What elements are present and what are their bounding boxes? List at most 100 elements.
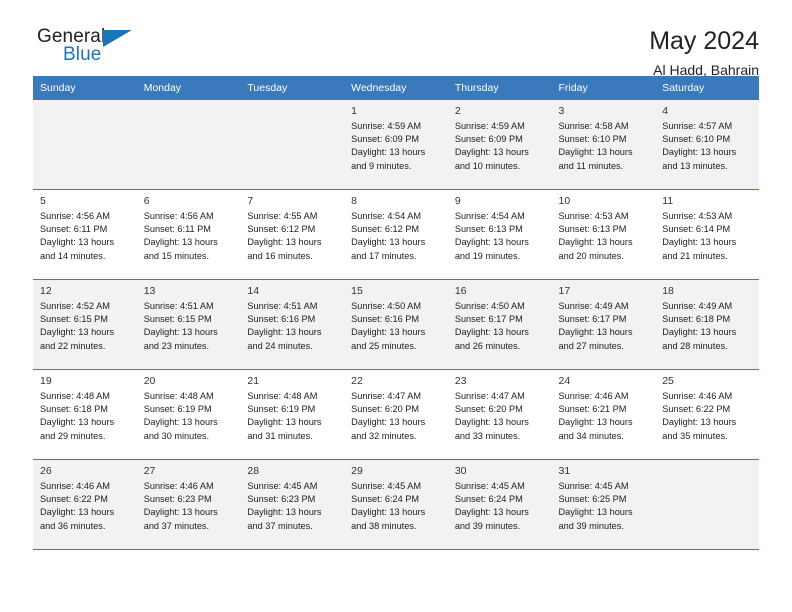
day-number: 17 xyxy=(558,285,571,297)
daylight-text-line1: Daylight: 13 hours xyxy=(40,327,115,338)
calendar-day-cell[interactable]: 13 Sunrise: 4:51 AM Sunset: 6:15 PM Dayl… xyxy=(136,279,241,370)
day-details: Sunrise: 4:45 AM Sunset: 6:24 PM Dayligh… xyxy=(344,480,448,533)
calendar-day-cell[interactable]: 12 Sunrise: 4:52 AM Sunset: 6:15 PM Dayl… xyxy=(33,279,137,370)
general-blue-logo[interactable]: General Blue xyxy=(33,26,153,72)
day-number: 28 xyxy=(247,465,260,477)
calendar-day-cell[interactable]: 19 Sunrise: 4:48 AM Sunset: 6:18 PM Dayl… xyxy=(33,369,137,460)
calendar-day-cell[interactable]: 3 Sunrise: 4:58 AM Sunset: 6:10 PM Dayli… xyxy=(551,100,656,190)
calendar-day-cell[interactable]: 8 Sunrise: 4:54 AM Sunset: 6:12 PM Dayli… xyxy=(344,189,448,280)
calendar-day-cell[interactable]: 24 Sunrise: 4:46 AM Sunset: 6:21 PM Dayl… xyxy=(551,369,656,460)
sunset-text: Sunset: 6:22 PM xyxy=(662,404,731,415)
calendar-day-cell[interactable]: 17 Sunrise: 4:49 AM Sunset: 6:17 PM Dayl… xyxy=(551,279,656,370)
day-details: Sunrise: 4:48 AM Sunset: 6:19 PM Dayligh… xyxy=(137,390,241,443)
calendar-day-cell[interactable]: 25 Sunrise: 4:46 AM Sunset: 6:22 PM Dayl… xyxy=(655,369,759,460)
daylight-text-line2: and 29 minutes. xyxy=(40,430,106,441)
triangle-icon xyxy=(103,30,132,47)
sunrise-text: Sunrise: 4:48 AM xyxy=(247,391,318,401)
day-details: Sunrise: 4:52 AM Sunset: 6:15 PM Dayligh… xyxy=(33,300,137,353)
calendar-day-cell[interactable] xyxy=(240,100,345,190)
calendar-day-cell[interactable]: 1 Sunrise: 4:59 AM Sunset: 6:09 PM Dayli… xyxy=(344,100,448,190)
daylight-text-line1: Daylight: 13 hours xyxy=(351,147,426,158)
calendar-day-cell[interactable]: 21 Sunrise: 4:48 AM Sunset: 6:19 PM Dayl… xyxy=(240,369,345,460)
sunset-text: Sunset: 6:13 PM xyxy=(558,224,627,235)
calendar-day-cell[interactable]: 28 Sunrise: 4:45 AM Sunset: 6:23 PM Dayl… xyxy=(240,459,345,550)
calendar-day-cell[interactable]: 22 Sunrise: 4:47 AM Sunset: 6:20 PM Dayl… xyxy=(344,369,448,460)
calendar-day-cell[interactable]: 11 Sunrise: 4:53 AM Sunset: 6:14 PM Dayl… xyxy=(655,189,759,280)
daylight-text-line2: and 35 minutes. xyxy=(662,430,728,441)
day-details: Sunrise: 4:50 AM Sunset: 6:16 PM Dayligh… xyxy=(344,300,448,353)
sunset-text: Sunset: 6:20 PM xyxy=(454,404,523,415)
day-number: 27 xyxy=(143,465,156,477)
calendar-day-cell[interactable]: 4 Sunrise: 4:57 AM Sunset: 6:10 PM Dayli… xyxy=(655,100,759,190)
weekday-header-sunday: Sunday xyxy=(33,76,137,100)
calendar-day-cell[interactable]: 10 Sunrise: 4:53 AM Sunset: 6:13 PM Dayl… xyxy=(551,189,656,280)
calendar-day-cell[interactable]: 9 Sunrise: 4:54 AM Sunset: 6:13 PM Dayli… xyxy=(447,189,552,280)
calendar-day-cell[interactable] xyxy=(136,100,241,190)
sunrise-text: Sunrise: 4:49 AM xyxy=(558,301,629,311)
calendar-day-cell[interactable]: 18 Sunrise: 4:49 AM Sunset: 6:18 PM Dayl… xyxy=(655,279,759,370)
sunrise-text: Sunrise: 4:45 AM xyxy=(454,481,525,491)
weekday-header-monday: Monday xyxy=(136,76,241,100)
sunset-text: Sunset: 6:10 PM xyxy=(558,134,627,145)
calendar-day-cell[interactable] xyxy=(33,100,137,190)
daylight-text-line2: and 19 minutes. xyxy=(454,250,521,261)
day-number: 24 xyxy=(558,375,571,387)
calendar-week-row: 12 Sunrise: 4:52 AM Sunset: 6:15 PM Dayl… xyxy=(33,279,759,370)
calendar-day-cell[interactable]: 30 Sunrise: 4:45 AM Sunset: 6:24 PM Dayl… xyxy=(447,459,552,550)
sunset-text: Sunset: 6:16 PM xyxy=(351,314,420,325)
calendar-day-cell[interactable]: 29 Sunrise: 4:45 AM Sunset: 6:24 PM Dayl… xyxy=(344,459,448,550)
calendar-week-row: 1 Sunrise: 4:59 AM Sunset: 6:09 PM Dayli… xyxy=(33,100,759,190)
sunrise-text: Sunrise: 4:45 AM xyxy=(558,481,629,491)
calendar-day-cell[interactable]: 14 Sunrise: 4:51 AM Sunset: 6:16 PM Dayl… xyxy=(240,279,345,370)
sunrise-text: Sunrise: 4:58 AM xyxy=(558,121,629,131)
calendar-day-cell[interactable]: 6 Sunrise: 4:56 AM Sunset: 6:11 PM Dayli… xyxy=(136,189,241,280)
day-number: 9 xyxy=(454,195,461,207)
calendar-day-cell[interactable]: 20 Sunrise: 4:48 AM Sunset: 6:19 PM Dayl… xyxy=(136,369,241,460)
calendar-day-cell[interactable]: 31 Sunrise: 4:45 AM Sunset: 6:25 PM Dayl… xyxy=(551,459,656,550)
calendar-week-row: 26 Sunrise: 4:46 AM Sunset: 6:22 PM Dayl… xyxy=(33,459,759,550)
title-block: May 2024 Al Hadd, Bahrain xyxy=(649,26,759,80)
daylight-text-line1: Daylight: 13 hours xyxy=(662,327,737,338)
calendar-day-cell[interactable]: 15 Sunrise: 4:50 AM Sunset: 6:16 PM Dayl… xyxy=(344,279,448,370)
calendar-day-cell[interactable]: 2 Sunrise: 4:59 AM Sunset: 6:09 PM Dayli… xyxy=(447,100,552,190)
day-details: Sunrise: 4:46 AM Sunset: 6:22 PM Dayligh… xyxy=(655,390,759,443)
calendar-day-cell[interactable]: 27 Sunrise: 4:46 AM Sunset: 6:23 PM Dayl… xyxy=(136,459,241,550)
day-details: Sunrise: 4:59 AM Sunset: 6:09 PM Dayligh… xyxy=(344,120,448,173)
daylight-text-line1: Daylight: 13 hours xyxy=(143,417,218,428)
day-details: Sunrise: 4:56 AM Sunset: 6:11 PM Dayligh… xyxy=(33,210,137,263)
calendar-day-cell[interactable]: 16 Sunrise: 4:50 AM Sunset: 6:17 PM Dayl… xyxy=(447,279,552,370)
sunset-text: Sunset: 6:23 PM xyxy=(247,494,316,505)
day-number: 21 xyxy=(247,375,260,387)
sunrise-text: Sunrise: 4:48 AM xyxy=(143,391,214,401)
sunrise-text: Sunrise: 4:59 AM xyxy=(454,121,525,131)
daylight-text-line2: and 14 minutes. xyxy=(40,250,106,261)
calendar-day-cell[interactable]: 23 Sunrise: 4:47 AM Sunset: 6:20 PM Dayl… xyxy=(447,369,552,460)
sunrise-text: Sunrise: 4:46 AM xyxy=(40,481,110,491)
daylight-text-line2: and 24 minutes. xyxy=(247,340,313,351)
day-number: 16 xyxy=(454,285,467,297)
sunrise-text: Sunrise: 4:59 AM xyxy=(351,121,422,131)
calendar-day-cell[interactable]: 26 Sunrise: 4:46 AM Sunset: 6:22 PM Dayl… xyxy=(33,459,137,550)
daylight-text-line2: and 15 minutes. xyxy=(143,250,210,261)
day-number xyxy=(240,100,344,107)
sunset-text: Sunset: 6:12 PM xyxy=(247,224,316,235)
sunset-text: Sunset: 6:18 PM xyxy=(662,314,731,325)
calendar-day-cell[interactable]: 5 Sunrise: 4:56 AM Sunset: 6:11 PM Dayli… xyxy=(33,189,137,280)
sunrise-text: Sunrise: 4:45 AM xyxy=(351,481,422,491)
day-details: Sunrise: 4:45 AM Sunset: 6:23 PM Dayligh… xyxy=(240,480,344,533)
day-number: 30 xyxy=(454,465,467,477)
daylight-text-line1: Daylight: 13 hours xyxy=(143,327,218,338)
daylight-text-line2: and 37 minutes. xyxy=(143,520,210,531)
daylight-text-line1: Daylight: 13 hours xyxy=(351,507,426,518)
calendar-day-cell[interactable] xyxy=(655,459,759,550)
day-number: 8 xyxy=(351,195,357,207)
day-details: Sunrise: 4:45 AM Sunset: 6:24 PM Dayligh… xyxy=(448,480,552,533)
calendar-day-cell[interactable]: 7 Sunrise: 4:55 AM Sunset: 6:12 PM Dayli… xyxy=(240,189,345,280)
weekday-header-thursday: Thursday xyxy=(447,76,552,100)
day-number: 11 xyxy=(662,195,674,207)
daylight-text-line1: Daylight: 13 hours xyxy=(662,417,737,428)
sunrise-text: Sunrise: 4:52 AM xyxy=(40,301,110,311)
day-number: 26 xyxy=(40,465,52,477)
day-number: 10 xyxy=(558,195,571,207)
day-details: Sunrise: 4:57 AM Sunset: 6:10 PM Dayligh… xyxy=(655,120,759,173)
